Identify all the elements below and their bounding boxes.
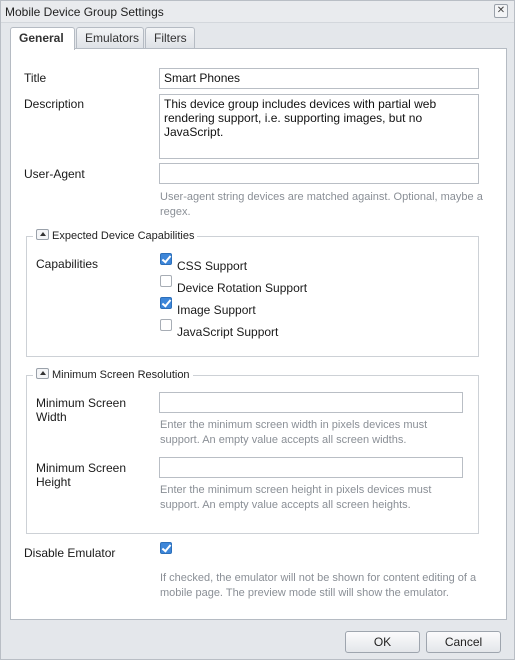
dialog-title: Mobile Device Group Settings — [5, 5, 164, 19]
image-support-label: Image Support — [177, 303, 256, 317]
tab-general[interactable]: General — [10, 27, 75, 50]
min-height-input[interactable] — [159, 457, 463, 478]
dialog-titlebar: Mobile Device Group Settings ✕ — [1, 1, 514, 23]
description-textarea[interactable]: This device group includes devices with … — [159, 94, 479, 159]
disable-emulator-label: Disable Emulator — [24, 546, 116, 560]
min-height-label: Minimum Screen Height — [36, 461, 127, 489]
javascript-support-label: JavaScript Support — [177, 325, 279, 339]
resolution-legend-text: Minimum Screen Resolution — [52, 369, 190, 381]
min-width-help: Enter the minimum screen width in pixels… — [160, 419, 428, 446]
device-rotation-support-label: Device Rotation Support — [177, 281, 308, 295]
collapse-arrow-icon[interactable] — [36, 368, 49, 379]
css-support-checkbox[interactable] — [160, 253, 172, 265]
css-support-label: CSS Support — [177, 259, 248, 273]
capabilities-legend-text: Expected Device Capabilities — [52, 230, 195, 242]
title-label: Title — [24, 71, 47, 85]
disable-emulator-help: If checked, the emulator will not be sho… — [160, 572, 477, 599]
ok-button[interactable]: OK — [345, 631, 420, 653]
description-label: Description — [24, 97, 85, 111]
disable-emulator-checkbox[interactable] — [160, 542, 172, 554]
tab-filters[interactable]: Filters — [145, 27, 195, 49]
min-height-help: Enter the minimum screen height in pixel… — [160, 484, 432, 511]
min-width-input[interactable] — [159, 392, 463, 413]
javascript-support-checkbox[interactable] — [160, 319, 172, 331]
tab-emulators[interactable]: Emulators — [76, 27, 144, 49]
resolution-legend: Minimum Screen Resolution — [33, 368, 193, 382]
dialog-footer: OK Cancel — [1, 621, 514, 659]
collapse-arrow-icon[interactable] — [36, 229, 49, 240]
cancel-button[interactable]: Cancel — [426, 631, 501, 653]
user-agent-label: User-Agent — [24, 167, 85, 181]
general-panel: Title Smart Phones Description This devi… — [10, 48, 507, 620]
dialog: Mobile Device Group Settings ✕ General E… — [0, 0, 515, 660]
user-agent-input[interactable] — [159, 163, 479, 184]
capabilities-label: Capabilities — [36, 257, 99, 271]
title-input[interactable]: Smart Phones — [159, 68, 479, 89]
capabilities-legend: Expected Device Capabilities — [33, 229, 198, 243]
capabilities-fieldset: Expected Device Capabilities Capabilitie… — [26, 229, 479, 357]
min-width-label: Minimum Screen Width — [36, 396, 127, 424]
close-button[interactable]: ✕ — [494, 4, 508, 18]
resolution-fieldset: Minimum Screen Resolution Minimum Screen… — [26, 368, 479, 534]
close-icon: ✕ — [496, 5, 506, 16]
image-support-checkbox[interactable] — [160, 297, 172, 309]
device-rotation-support-checkbox[interactable] — [160, 275, 172, 287]
user-agent-help: User-agent string devices are matched ag… — [160, 191, 483, 218]
